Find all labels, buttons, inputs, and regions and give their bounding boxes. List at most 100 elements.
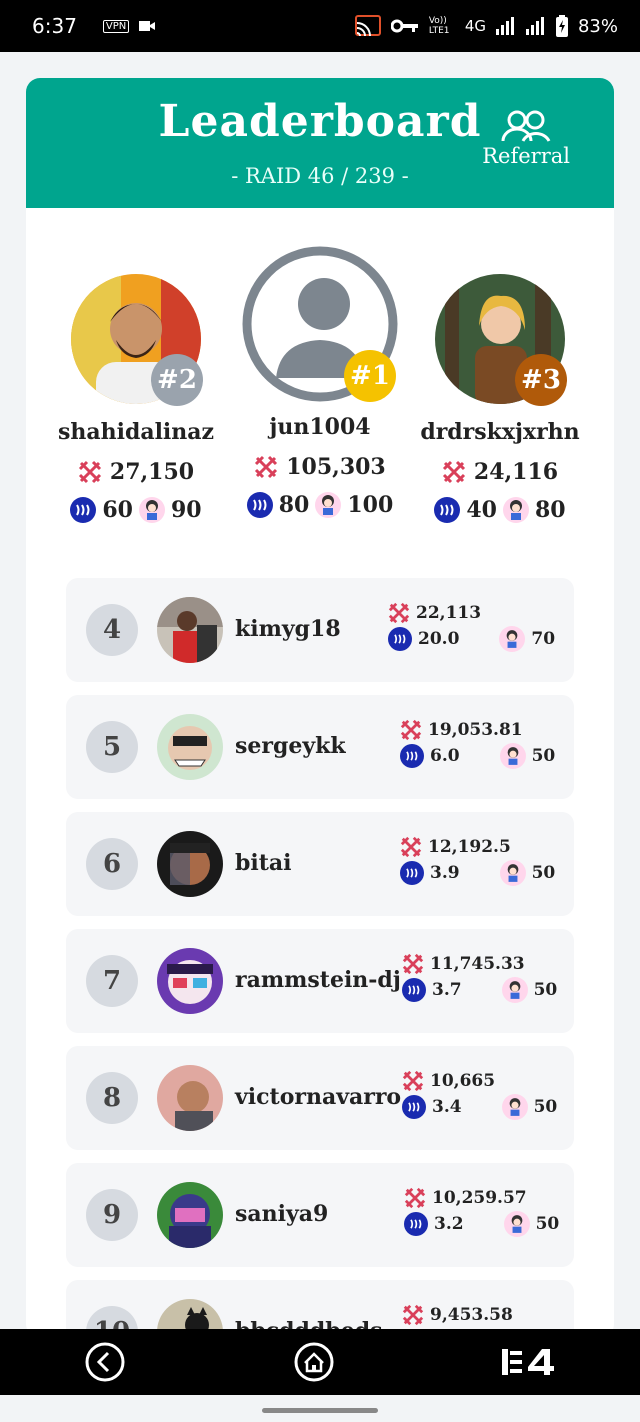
swords-icon xyxy=(442,460,465,484)
character-icon xyxy=(501,1094,528,1120)
score: 27,150 xyxy=(109,459,195,485)
score: 24,116 xyxy=(473,459,559,485)
steem-value: 60 xyxy=(102,497,133,523)
character-icon xyxy=(501,977,528,1003)
key-icon xyxy=(390,19,418,33)
other-value: 50 xyxy=(531,746,556,766)
avatar[interactable] xyxy=(157,714,223,780)
avatar[interactable] xyxy=(157,831,223,897)
character-icon xyxy=(503,1211,530,1237)
rank-number: 4 xyxy=(86,604,138,656)
list-item[interactable]: 4 kimyg18 22,113 20.0 70 xyxy=(66,578,574,682)
score: 105,303 xyxy=(286,454,386,480)
steem-value: 3.9 xyxy=(430,863,460,883)
network-type: 4G xyxy=(464,17,486,35)
steem-value: 40 xyxy=(466,497,497,523)
swords-icon xyxy=(400,719,422,741)
steem-icon xyxy=(388,627,412,651)
score: 10,259.57 xyxy=(432,1188,527,1208)
username: victornavarro xyxy=(235,1084,402,1110)
back-icon[interactable] xyxy=(84,1341,126,1383)
username: kimyg18 xyxy=(235,616,341,642)
other-value: 50 xyxy=(533,1097,558,1117)
swords-icon xyxy=(402,1304,424,1326)
character-icon xyxy=(503,497,529,523)
list-item[interactable]: 9 saniya9 10,259.57 3.2 50 xyxy=(66,1163,574,1267)
steem-value: 3.2 xyxy=(434,1214,464,1234)
volte-indicator: Vo)) LTE1 xyxy=(428,16,450,36)
leaderboard-header: Leaderboard - RAID 46 / 239 - Referral xyxy=(26,78,614,208)
rank-badge: #1 xyxy=(344,350,396,402)
steem-icon xyxy=(402,978,426,1002)
avatar[interactable] xyxy=(157,1065,223,1131)
username: rammstein-dj xyxy=(235,967,401,993)
other-value: 70 xyxy=(531,629,556,649)
battery-percent: 83% xyxy=(577,15,618,37)
rank-badge: #2 xyxy=(151,354,203,406)
steem-icon xyxy=(70,497,97,523)
list-item[interactable]: 8 victornavarro 10,665 3.4 50 xyxy=(66,1046,574,1150)
avatar[interactable] xyxy=(157,597,223,663)
steem-value: 80 xyxy=(278,492,310,518)
score: 19,053.81 xyxy=(428,720,523,740)
leaderboard-card: Leaderboard - RAID 46 / 239 - Referral #… xyxy=(26,78,614,1338)
home-indicator[interactable] xyxy=(262,1408,378,1413)
character-icon xyxy=(499,626,526,652)
character-icon xyxy=(139,497,165,523)
podium: #2 shahidalinaz 27,150 60 90 #1 jun1004 … xyxy=(26,246,614,536)
podium-second[interactable]: #2 shahidalinaz 27,150 60 90 xyxy=(46,274,226,523)
referral-label: Referral xyxy=(482,144,570,168)
list-item[interactable]: 6 bitai 12,192.5 3.9 50 xyxy=(66,812,574,916)
character-icon xyxy=(315,492,342,518)
swords-icon xyxy=(400,836,422,858)
steem-value: 6.0 xyxy=(430,746,460,766)
steem-icon xyxy=(400,861,424,885)
referral-button[interactable]: Referral xyxy=(482,110,570,168)
signal-icon xyxy=(495,17,514,35)
leaderboard-list: 4 kimyg18 22,113 20.0 70 5 sergeykk 19,05… xyxy=(66,578,574,1338)
username: bitai xyxy=(235,850,292,876)
steem-icon xyxy=(400,744,424,768)
character-icon xyxy=(499,743,526,769)
username: drdrskxjxrhn xyxy=(420,419,580,445)
other-value: 50 xyxy=(531,863,556,883)
swords-icon xyxy=(255,455,278,479)
steem-icon xyxy=(402,1095,426,1119)
swords-icon xyxy=(388,602,410,624)
avatar[interactable]: #2 xyxy=(71,274,203,406)
home-icon[interactable] xyxy=(293,1341,335,1383)
signal-icon-2 xyxy=(525,17,544,35)
list-item[interactable]: 5 sergeykk 19,053.81 6.0 50 xyxy=(66,695,574,799)
score: 11,745.33 xyxy=(430,954,525,974)
steem-value: 3.4 xyxy=(432,1097,462,1117)
steem-value: 20.0 xyxy=(418,629,460,649)
avatar[interactable] xyxy=(157,1182,223,1248)
username: sergeykk xyxy=(235,733,346,759)
podium-third[interactable]: #3 drdrskxjxrhn 24,116 40 80 xyxy=(410,274,590,523)
score: 12,192.5 xyxy=(428,837,511,857)
podium-first[interactable]: #1 jun1004 105,303 80 100 xyxy=(230,246,410,518)
status-time: 6:37 xyxy=(32,14,77,38)
swords-icon xyxy=(404,1187,426,1209)
rank-number: 6 xyxy=(86,838,138,890)
app-logo-icon[interactable] xyxy=(502,1347,556,1377)
other-value: 50 xyxy=(535,1214,560,1234)
avatar[interactable]: #3 xyxy=(435,274,567,406)
username: saniya9 xyxy=(235,1201,329,1227)
other-value: 50 xyxy=(533,980,558,1000)
avatar[interactable] xyxy=(157,948,223,1014)
battery-icon xyxy=(555,15,568,37)
swords-icon xyxy=(402,953,424,975)
steem-value: 3.7 xyxy=(432,980,462,1000)
swords-icon xyxy=(78,460,101,484)
status-bar: 6:37 VPN Vo)) LTE1 4G 83% xyxy=(0,0,640,52)
username: jun1004 xyxy=(269,414,371,440)
list-item[interactable]: 7 rammstein-dj 11,745.33 3.7 50 xyxy=(66,929,574,1033)
score: 10,665 xyxy=(430,1071,496,1091)
other-value: 100 xyxy=(347,492,394,518)
avatar[interactable]: #1 xyxy=(242,246,398,402)
username: shahidalinaz xyxy=(57,419,215,445)
score: 22,113 xyxy=(416,603,482,623)
rank-badge: #3 xyxy=(515,354,567,406)
rank-number: 8 xyxy=(86,1072,138,1124)
